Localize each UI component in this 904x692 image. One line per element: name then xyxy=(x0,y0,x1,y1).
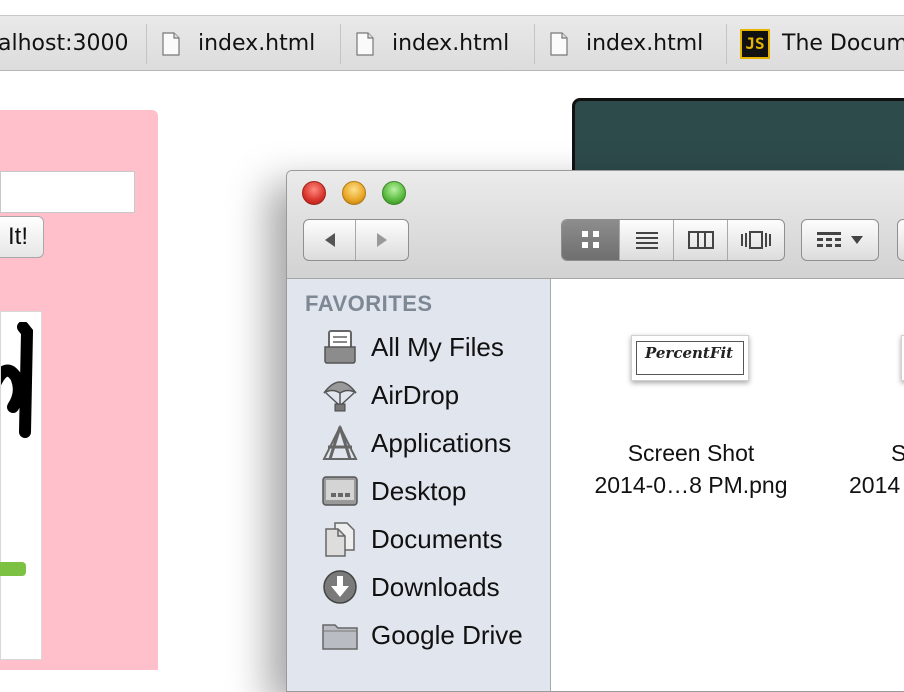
tab-label: The Docum xyxy=(782,31,904,56)
back-button[interactable] xyxy=(304,220,357,260)
tab-documentation[interactable]: JS The Docum xyxy=(740,16,904,71)
file-thumbnail[interactable]: PercentFit xyxy=(631,335,749,381)
document-icon xyxy=(550,31,568,56)
folder-icon xyxy=(321,616,359,654)
icon-view-button[interactable] xyxy=(562,220,620,260)
sidebar-item-label: Desktop xyxy=(371,475,467,506)
file-name[interactable]: S 2014 xyxy=(849,437,904,501)
sidebar-item-label: Downloads xyxy=(371,571,500,602)
file-browser-area: PercentFit Screen Shot 2014-0…8 PM.png S… xyxy=(551,279,904,691)
arrange-grid-icon xyxy=(817,232,841,247)
sidebar-item-documents[interactable]: Documents xyxy=(321,517,503,561)
tab-index-2[interactable]: index.html xyxy=(356,16,509,71)
tab-index-3[interactable]: index.html xyxy=(550,16,703,71)
document-icon xyxy=(356,31,374,56)
sidebar-item-label: Applications xyxy=(371,427,512,458)
sidebar-item-label: Google Drive xyxy=(371,619,523,650)
browser-tab-bar: alhost:3000 index.html index.html index.… xyxy=(0,15,904,71)
tab-divider xyxy=(340,24,341,64)
forward-arrow-icon xyxy=(377,233,387,247)
progress-bar xyxy=(0,562,26,576)
chevron-down-icon xyxy=(851,236,863,244)
tab-divider xyxy=(534,24,535,64)
thumbnail-text: PercentFit xyxy=(636,341,744,375)
desktop-icon xyxy=(321,472,359,510)
sidebar-item-desktop[interactable]: Desktop xyxy=(321,469,466,513)
file-name-line-2: 2014 xyxy=(849,472,901,498)
airdrop-icon xyxy=(321,376,359,414)
finder-window: FAVORITES All My Files AirDrop Applicati… xyxy=(286,170,904,692)
tab-divider xyxy=(146,24,147,64)
sidebar-item-label: AirDrop xyxy=(371,379,460,410)
tab-label: index.html xyxy=(198,31,316,56)
cover-flow-view-button[interactable] xyxy=(728,220,784,260)
list-view-button[interactable] xyxy=(620,220,674,260)
finder-sidebar: FAVORITES All My Files AirDrop Applicati… xyxy=(287,279,551,691)
tab-localhost[interactable]: alhost:3000 xyxy=(0,16,129,71)
page-text-input[interactable] xyxy=(0,171,135,213)
drawing-canvas[interactable] xyxy=(0,311,42,660)
all-my-files-icon xyxy=(321,328,359,366)
sidebar-item-downloads[interactable]: Downloads xyxy=(321,565,500,609)
tab-index-1[interactable]: index.html xyxy=(162,16,315,71)
cover-flow-icon xyxy=(741,231,771,249)
sidebar-item-google-drive[interactable]: Google Drive xyxy=(321,613,523,657)
file-name[interactable]: Screen Shot 2014-0…8 PM.png xyxy=(581,437,801,501)
close-window-button[interactable] xyxy=(302,181,326,205)
page-submit-button[interactable]: It! xyxy=(0,216,44,258)
arrange-control xyxy=(801,219,879,261)
sidebar-item-all-my-files[interactable]: All My Files xyxy=(321,325,504,369)
tab-label: alhost:3000 xyxy=(0,31,129,56)
zoom-window-button[interactable] xyxy=(382,181,406,205)
sidebar-item-applications[interactable]: Applications xyxy=(321,421,511,465)
sidebar-item-airdrop[interactable]: AirDrop xyxy=(321,373,459,417)
sidebar-item-label: All My Files xyxy=(371,331,504,362)
documents-icon xyxy=(321,520,359,558)
sidebar-item-label: Documents xyxy=(371,523,503,554)
tab-label: index.html xyxy=(586,31,704,56)
file-name-line-1: Screen Shot xyxy=(627,440,755,466)
sidebar-heading-favorites: FAVORITES xyxy=(305,291,433,316)
column-view-button[interactable] xyxy=(674,220,728,260)
arrange-menu-button[interactable] xyxy=(802,220,878,260)
forward-button[interactable] xyxy=(356,220,408,260)
list-view-icon xyxy=(635,232,658,249)
back-arrow-icon xyxy=(324,233,335,247)
file-name-line-2: 2014-0…8 PM.png xyxy=(594,472,788,498)
finder-toolbar xyxy=(287,171,904,279)
tab-divider xyxy=(726,24,727,64)
handwriting-stroke xyxy=(1,322,34,438)
minimize-window-button[interactable] xyxy=(342,181,366,205)
tab-label: index.html xyxy=(392,31,510,56)
icon-view-icon xyxy=(581,231,599,248)
document-icon xyxy=(162,31,180,56)
column-view-icon xyxy=(687,231,714,249)
applications-icon xyxy=(321,424,359,462)
view-mode-control xyxy=(561,219,785,261)
action-control[interactable] xyxy=(897,219,904,261)
js-favicon-icon: JS xyxy=(740,28,770,59)
downloads-icon xyxy=(321,568,359,606)
back-forward-control xyxy=(303,219,409,261)
file-name-line-1: S xyxy=(849,437,904,469)
